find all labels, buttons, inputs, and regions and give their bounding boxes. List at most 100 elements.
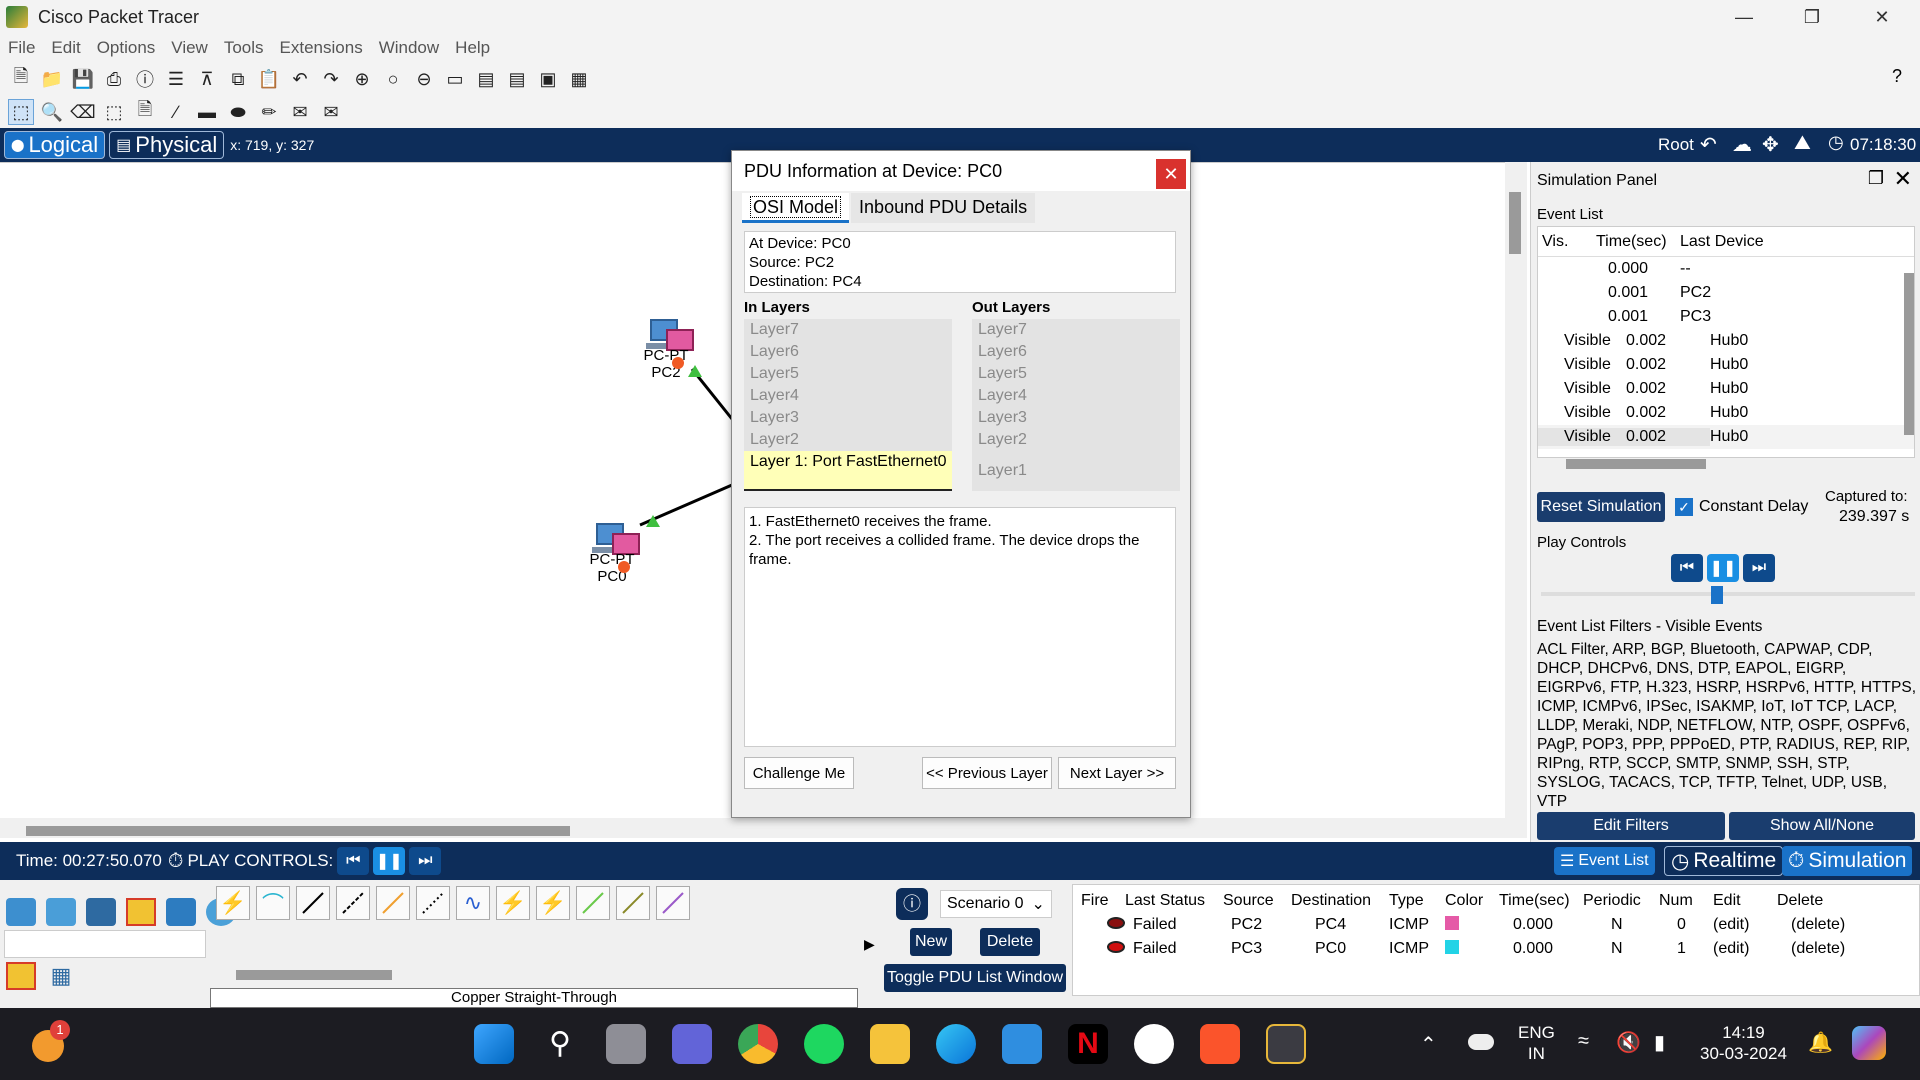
device-search-field[interactable] [4,930,206,958]
automatic-cable-icon[interactable]: ⚡ [216,886,250,920]
table-row[interactable]: Visible 0.002 Hub0 [1538,353,1914,377]
in-layer-item[interactable]: Layer7 [744,319,952,341]
new-file-icon[interactable]: 🗎 [8,66,34,92]
paste-icon[interactable]: 📋 [256,66,282,92]
draw-ellipse-icon[interactable]: ⬬ [225,99,251,125]
packet-tracer-taskbar-icon[interactable] [1266,1024,1306,1064]
step-back-icon[interactable]: ⏮ [1671,554,1703,582]
chrome-icon[interactable] [738,1024,778,1064]
event-list-vertical-scroll-thumb[interactable] [1904,273,1914,435]
speed-slider-track[interactable] [1541,592,1915,596]
mail-icon[interactable] [1002,1024,1042,1064]
table-row[interactable]: Failed PC3 PC0 ICMP 0.000 N 1 (edit) (de… [1073,937,1919,961]
tab-logical[interactable]: ⬤ Logical [4,131,106,159]
menu-view[interactable]: View [171,38,208,58]
miscellaneous-icon[interactable] [166,898,196,926]
step-forward-icon[interactable]: ⏭ [409,847,442,875]
cloud-icon[interactable]: ☁ [1732,132,1752,157]
close-panel-icon[interactable]: ✕ [1894,166,1912,192]
table-row-selected[interactable]: Visible 0.002 Hub0 [1538,425,1914,449]
in-layer-item[interactable]: Layer5 [744,363,952,385]
viewport-icon[interactable]: ✥ [1762,132,1779,157]
coaxial-cable-icon[interactable]: ∿ [456,886,490,920]
table-row[interactable]: Visible 0.002 Hub0 [1538,401,1914,425]
out-layer-item[interactable]: Layer6 [972,341,1180,363]
menu-extensions[interactable]: Extensions [280,38,363,58]
copper-straight-through-icon[interactable] [296,886,330,920]
phone-cable-icon[interactable] [416,886,450,920]
cable-list-scroll-thumb[interactable] [236,970,392,980]
spotify-icon[interactable] [804,1024,844,1064]
pause-icon[interactable]: ❚❚ [1707,554,1739,582]
minimize-button[interactable]: — [1714,0,1774,34]
out-layer-item[interactable]: Layer3 [972,407,1180,429]
table-row[interactable]: 0.001 PC2 [1538,281,1914,305]
custom-device-icon[interactable]: ▤ [473,66,499,92]
zoom-in-icon[interactable]: ⊕ [349,66,375,92]
close-button[interactable]: ✕ [1852,0,1912,34]
onedrive-icon[interactable] [1468,1034,1494,1050]
select-icon[interactable]: ⬚ [8,99,34,125]
task-view-icon[interactable] [606,1024,646,1064]
language-indicator[interactable]: ENG IN [1518,1022,1555,1064]
print-icon[interactable]: ⎙ [101,66,127,92]
in-layer-item[interactable]: Layer4 [744,385,952,407]
next-layer-button[interactable]: Next Layer >> [1058,757,1176,789]
table-row[interactable]: Visible 0.002 Hub0 [1538,329,1914,353]
zoom-reset-icon[interactable]: ○ [380,66,406,92]
network-info-icon[interactable]: ☰ [163,66,189,92]
menu-tools[interactable]: Tools [224,38,264,58]
copper-cross-over-icon[interactable] [336,886,370,920]
scenario-select[interactable]: Scenario 0 ⌄ [940,890,1052,918]
collapse-arrow-icon[interactable]: ▶ [864,936,875,953]
undock-icon[interactable]: ❐ [1868,168,1884,189]
serial-dce-icon[interactable]: ⚡ [496,886,530,920]
resize-icon[interactable]: ⬚ [101,99,127,125]
connections-icon[interactable] [126,898,156,926]
in-layer-1-selected[interactable]: Layer 1: Port FastEthernet0 [744,451,952,491]
network-devices-icon[interactable] [6,898,36,926]
out-layer-item[interactable]: Layer2 [972,429,1180,451]
console-cable-icon[interactable]: ⌒ [256,886,290,920]
system-clock[interactable]: 14:19 30-03-2024 [1700,1022,1787,1064]
previous-layer-button[interactable]: << Previous Layer [922,757,1052,789]
fire-icon[interactable] [1073,940,1125,958]
chat-icon[interactable] [672,1024,712,1064]
realtime-mode-tab[interactable]: ◷ Realtime [1664,846,1784,876]
out-layer-item[interactable]: Layer5 [972,363,1180,385]
info-icon[interactable]: ⓘ [132,66,158,92]
copy-icon[interactable]: ⧉ [225,66,251,92]
save-icon[interactable]: 💾 [70,66,96,92]
event-list-horizontal-scroll-thumb[interactable] [1566,459,1706,469]
iot-custom-cable-icon[interactable] [616,886,650,920]
constant-delay-checkbox[interactable]: ✓ [1675,498,1693,516]
menu-help[interactable]: Help [455,38,490,58]
help-icon[interactable]: ? [1892,66,1902,87]
edit-link[interactable]: (edit) [1713,940,1777,958]
draw-line-icon[interactable]: ∕ [163,99,189,125]
search-icon[interactable]: ⚲ [540,1024,580,1064]
edit-filters-button[interactable]: Edit Filters [1537,812,1725,840]
components-icon[interactable] [86,898,116,926]
undo-icon[interactable]: ↶ [287,66,313,92]
add-complex-pdu-icon[interactable]: ✉ [318,99,344,125]
environment-icon[interactable]: ⛰ [1794,132,1811,155]
simulation-mode-tab[interactable]: ⏱ Simulation [1782,846,1913,876]
serial-dte-icon[interactable]: ⚡ [536,886,570,920]
activity-wizard-icon[interactable]: ⊼ [194,66,220,92]
menu-edit[interactable]: Edit [51,38,80,58]
tab-osi-model[interactable]: OSI Model [742,193,850,223]
wifi-icon[interactable]: ≈ [1578,1030,1589,1053]
new-scenario-button[interactable]: New [910,928,952,956]
connections-subcategory-icon[interactable] [6,962,36,990]
octal-cable-icon[interactable] [576,886,610,920]
note-icon[interactable]: 🗎 [132,99,158,125]
file-explorer-icon[interactable] [870,1024,910,1064]
pause-icon[interactable]: ❚❚ [373,847,406,875]
edge-icon[interactable] [936,1024,976,1064]
show-hidden-icons-icon[interactable]: ⌃ [1420,1032,1437,1057]
tab-physical[interactable]: ▤ Physical [109,131,225,159]
copilot-icon[interactable] [1852,1026,1886,1060]
redo-icon[interactable]: ↷ [318,66,344,92]
fiber-cable-icon[interactable] [376,886,410,920]
